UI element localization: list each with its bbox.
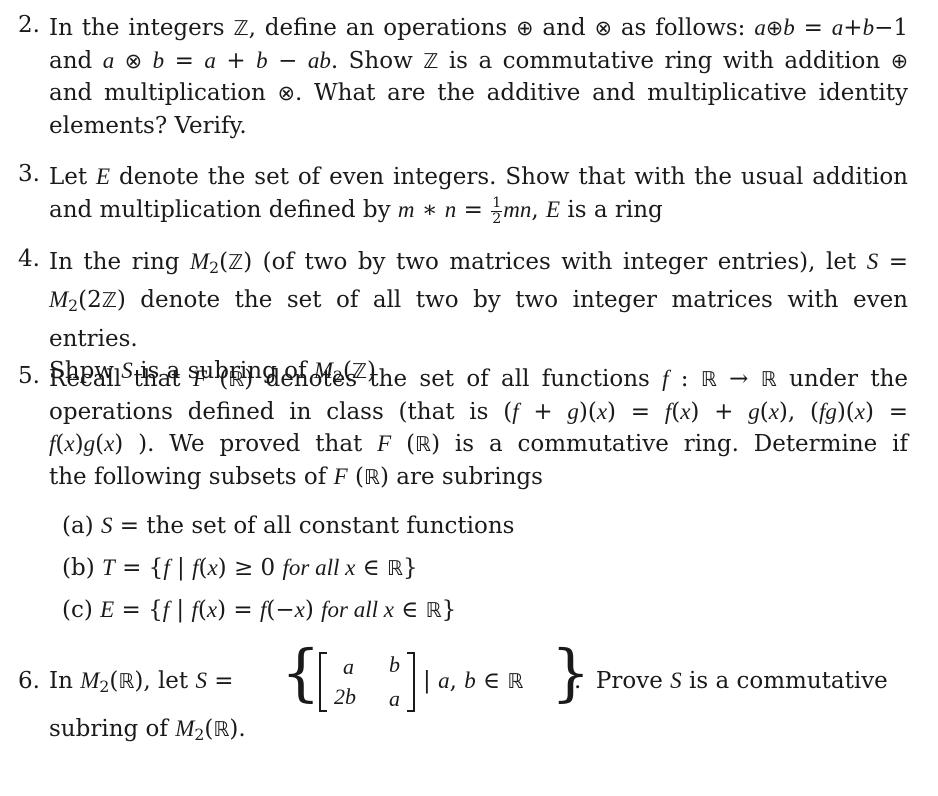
- text-line: and multiplication ⊗. What are the addit…: [49, 80, 908, 106]
- subitem-a: (a) S = the set of all constant function…: [62, 513, 515, 539]
- subitem-label: (b): [62, 555, 95, 581]
- text-line: Recall that F (ℝ) denotes the set of all…: [49, 366, 908, 392]
- set-builder: { a b 2b a | a, b ∈ ℝ }: [281, 636, 590, 720]
- subitem-c: (c) E = {f | f(x) = f(−x) for all x ∈ ℝ}: [62, 597, 457, 623]
- text-line: the following subsets of F (ℝ) are subri…: [49, 463, 543, 490]
- text-line: Let E denote the set of even integers. S…: [49, 164, 908, 190]
- text-line: M2(2ℤ) denote the set of all two by two …: [49, 287, 908, 352]
- text-line: operations defined in class (that is (f …: [49, 398, 909, 425]
- problem-number: 2.: [18, 12, 40, 38]
- matrix-cell: a: [343, 654, 354, 679]
- fraction-half: 12: [491, 194, 503, 227]
- right-bracket: [407, 652, 415, 712]
- subitem-label: (c): [62, 597, 93, 623]
- problem-number: 5.: [18, 363, 40, 389]
- problem-6-line2: subring of M2(ℝ).: [49, 716, 246, 744]
- problem-2: 2. In the integers ℤ, define an operatio…: [18, 12, 908, 142]
- text-line: and a ⊗ b = a + b − ab. Show ℤ is a comm…: [49, 47, 909, 74]
- problem-5-text: Recall that F (ℝ) denotes the set of all…: [49, 363, 908, 493]
- problem-5: 5. Recall that F (ℝ) denotes the set of …: [18, 363, 908, 493]
- set-condition: | a, b ∈ ℝ: [423, 668, 524, 694]
- matrix-cell: b: [389, 652, 400, 677]
- problem-6-suffix: . Prove S is a commutative: [574, 668, 888, 694]
- left-bracket: [319, 652, 327, 712]
- problem-number: 6.: [18, 668, 40, 694]
- problem-3: 3. Let E denote the set of even integers…: [18, 161, 908, 227]
- text-line: In the integers ℤ, define an operations …: [49, 15, 908, 41]
- left-brace: {: [281, 636, 321, 709]
- text-line: f(x)g(x) ). We proved that F (ℝ) is a co…: [49, 431, 908, 457]
- matrix-cell: a: [389, 686, 400, 711]
- text-line: and multiplication defined by m ∗ n = 12…: [49, 194, 663, 227]
- matrix-cell: 2b: [334, 684, 356, 709]
- problem-number: 4.: [18, 246, 40, 272]
- problem-6-prefix: In M2(ℝ), let S =: [49, 668, 234, 696]
- problem-2-text: In the integers ℤ, define an operations …: [49, 12, 908, 142]
- subitem-b: (b) T = {f | f(x) ≥ 0 for all x ∈ ℝ}: [62, 555, 418, 581]
- problem-number: 3.: [18, 161, 40, 187]
- text-line: elements? Verify.: [49, 112, 247, 139]
- problem-3-text: Let E denote the set of even integers. S…: [49, 161, 908, 227]
- subitem-label: (a): [62, 513, 94, 539]
- text-line: In the ring M2(ℤ) (of two by two matrice…: [49, 249, 908, 277]
